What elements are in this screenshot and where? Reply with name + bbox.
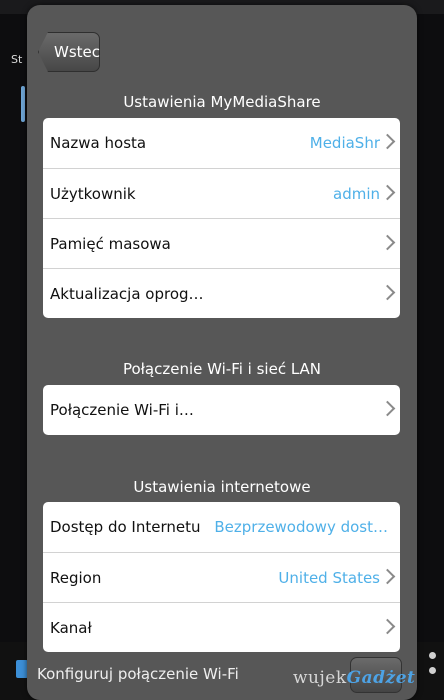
row-value: Bezprzewodowy dost… (214, 518, 388, 536)
section-title-internet: Ustawienia internetowe (133, 478, 311, 496)
settings-group-internet: Dostęp do Internetu Bezprzewodowy dost… … (43, 502, 400, 652)
back-button[interactable]: Wstecz (38, 32, 100, 72)
row-label: Połączenie Wi-Fi i… (50, 401, 194, 419)
row-channel[interactable]: Kanał (43, 602, 400, 652)
overflow-menu-icon[interactable] (429, 652, 436, 682)
row-label: Kanał (50, 619, 92, 637)
row-label: Region (50, 569, 102, 587)
background-text: St (11, 53, 23, 66)
row-region[interactable]: Region United States (43, 552, 400, 602)
chevron-right-icon (379, 133, 396, 150)
chevron-right-icon (379, 184, 396, 201)
chevron-right-icon (379, 284, 396, 301)
row-storage[interactable]: Pamięć masowa (43, 218, 400, 268)
settings-dialog: Wstecz Ustawienia MyMediaShare Nazwa hos… (27, 5, 417, 700)
row-wifi-connection[interactable]: Połączenie Wi-Fi i… (43, 385, 400, 435)
row-value: admin (333, 185, 380, 203)
settings-group-mymediashare: Nazwa hosta MediaShr Użytkownik admin Pa… (43, 118, 400, 318)
row-firmware-update[interactable]: Aktualizacja oprog… (43, 268, 400, 318)
settings-group-wifi-lan: Połączenie Wi-Fi i… (43, 385, 400, 435)
background-indicator (21, 86, 25, 122)
watermark-logo: wujekGadżet (293, 668, 415, 688)
row-label: Pamięć masowa (50, 235, 171, 253)
footer-instruction: Konfiguruj połączenie Wi-Fi (37, 665, 239, 683)
row-label: Aktualizacja oprog… (50, 285, 204, 303)
chevron-right-icon (379, 618, 396, 635)
chevron-right-icon (379, 568, 396, 585)
section-title-wifi-lan: Połączenie Wi-Fi i sieć LAN (122, 360, 322, 378)
row-label: Dostęp do Internetu (50, 518, 201, 536)
row-internet-access[interactable]: Dostęp do Internetu Bezprzewodowy dost… (43, 502, 400, 552)
row-label: Użytkownik (50, 185, 136, 203)
chevron-right-icon (379, 234, 396, 251)
row-label: Nazwa hosta (50, 134, 147, 152)
section-title-mymediashare: Ustawienia MyMediaShare (123, 93, 321, 111)
watermark-brand: Gadżet (346, 668, 416, 688)
watermark-text: wujek (293, 668, 347, 688)
row-user[interactable]: Użytkownik admin (43, 168, 400, 218)
row-value: United States (278, 569, 380, 587)
chevron-right-icon (379, 400, 396, 417)
row-hostname[interactable]: Nazwa hosta MediaShr (43, 118, 400, 168)
row-value: MediaShr (309, 134, 380, 152)
